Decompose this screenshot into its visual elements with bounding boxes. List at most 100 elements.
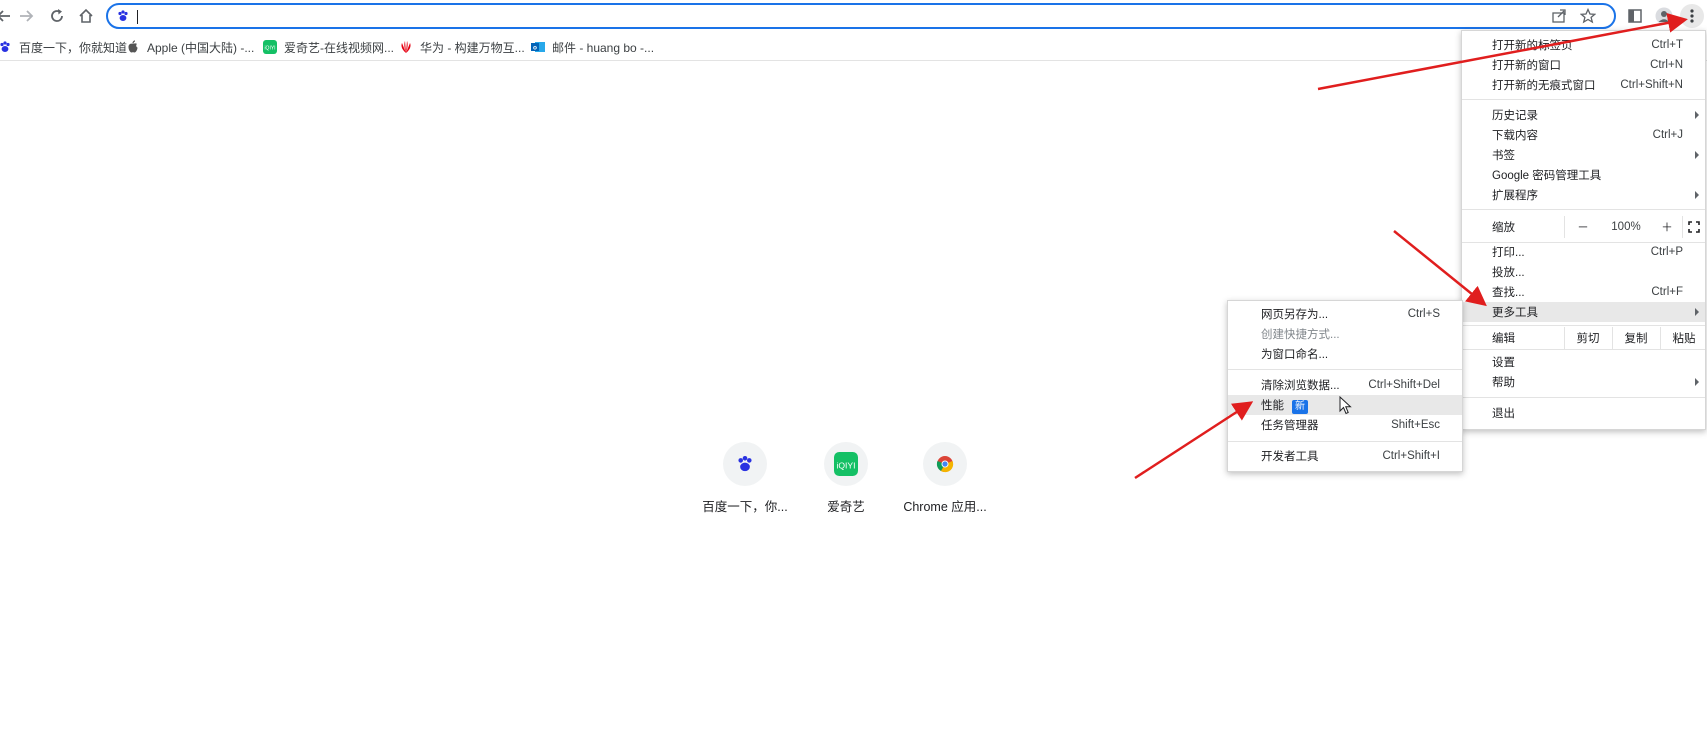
menu-divider	[1462, 209, 1705, 210]
submenu-item-dev-tools[interactable]: 开发者工具 Ctrl+Shift+I	[1228, 446, 1462, 466]
menu-item-label: 打开新的无痕式窗口	[1492, 80, 1596, 92]
menu-item-label: 历史记录	[1492, 110, 1538, 122]
menu-item-help[interactable]: 帮助	[1462, 372, 1705, 392]
menu-item-print[interactable]: 打印... Ctrl+P	[1462, 242, 1705, 262]
shortcut-iqiyi[interactable]: iQIYI 爱奇艺	[796, 442, 896, 515]
menu-item-label: 帮助	[1492, 377, 1515, 389]
shortcut-chrome-apps[interactable]: Chrome 应用...	[895, 442, 995, 515]
outlook-icon: o	[531, 42, 545, 52]
chrome-main-menu: 打开新的标签页 Ctrl+T 打开新的窗口 Ctrl+N 打开新的无痕式窗口 C…	[1461, 30, 1706, 430]
menu-item-find[interactable]: 查找... Ctrl+F	[1462, 282, 1705, 302]
menu-item-label: 缩放	[1492, 222, 1515, 234]
home-button[interactable]	[74, 4, 98, 28]
baidu-paw-icon	[738, 456, 752, 472]
menu-item-label: 创建快捷方式...	[1261, 329, 1340, 341]
zoom-level: 100%	[1611, 221, 1641, 233]
menu-item-label: 清除浏览数据...	[1261, 380, 1340, 392]
iqiyi-icon: iQIYI	[834, 452, 858, 476]
menu-item-password-manager[interactable]: Google 密码管理工具	[1462, 165, 1705, 185]
submenu-item-performance[interactable]: 性能新	[1228, 395, 1462, 415]
bookmark-label: 邮件 - huang bo -...	[552, 40, 655, 55]
menu-item-more-tools[interactable]: 更多工具	[1462, 302, 1705, 322]
avatar-icon	[1655, 7, 1673, 25]
share-icon[interactable]	[1551, 8, 1567, 24]
fullscreen-icon[interactable]	[1688, 221, 1700, 233]
shortcut-label: Chrome 应用...	[903, 500, 987, 514]
menu-item-label: 设置	[1492, 357, 1515, 369]
chrome-icon	[936, 456, 954, 473]
shortcut-key: Ctrl+N	[1650, 59, 1683, 71]
reload-button[interactable]	[45, 4, 69, 28]
menu-row-zoom: 缩放 － 100% ＋	[1462, 216, 1705, 238]
menu-item-label: 网页另存为...	[1261, 309, 1329, 321]
svg-text:o: o	[533, 45, 537, 52]
zoom-out-button[interactable]: －	[1566, 219, 1600, 235]
shortcut-key: Ctrl+T	[1651, 39, 1683, 51]
svg-text:iQIYI: iQIYI	[264, 46, 275, 52]
menu-divider	[1228, 369, 1462, 370]
bookmarks-bar: 百度一下，你就知道 Apple (中国大陆) -... iQIYI 爱奇艺-在线…	[0, 33, 1707, 61]
menu-item-new-window[interactable]: 打开新的窗口 Ctrl+N	[1462, 55, 1705, 75]
submenu-item-save-page[interactable]: 网页另存为... Ctrl+S	[1228, 304, 1462, 324]
menu-divider	[1462, 99, 1705, 100]
menu-item-downloads[interactable]: 下载内容 Ctrl+J	[1462, 125, 1705, 145]
submenu-arrow-icon	[1695, 191, 1699, 199]
menu-item-label: 编辑	[1492, 333, 1515, 345]
copy-button[interactable]: 复制	[1614, 330, 1658, 346]
menu-divider	[1462, 325, 1705, 326]
home-icon	[79, 8, 93, 23]
menu-item-new-tab[interactable]: 打开新的标签页 Ctrl+T	[1462, 35, 1705, 55]
shortcut-key: Ctrl+Shift+I	[1382, 450, 1440, 462]
zoom-in-button[interactable]: ＋	[1654, 219, 1680, 235]
paste-button[interactable]: 粘贴	[1662, 330, 1706, 346]
menu-divider	[1462, 397, 1705, 398]
menu-item-settings[interactable]: 设置	[1462, 352, 1705, 372]
menu-item-bookmarks[interactable]: 书签	[1462, 145, 1705, 165]
menu-item-extensions[interactable]: 扩展程序	[1462, 185, 1705, 205]
side-panel-button[interactable]	[1623, 4, 1647, 28]
chrome-menu-button[interactable]	[1680, 4, 1704, 28]
bookmark-label: Apple (中国大陆) -...	[147, 40, 255, 55]
profile-button[interactable]	[1652, 4, 1676, 28]
menu-divider	[1564, 327, 1565, 349]
bookmark-apple[interactable]: Apple (中国大陆) -...	[126, 37, 254, 57]
text-cursor	[137, 10, 138, 24]
menu-item-cast[interactable]: 投放...	[1462, 262, 1705, 282]
shortcut-key: Ctrl+J	[1652, 129, 1683, 141]
menu-item-new-incognito[interactable]: 打开新的无痕式窗口 Ctrl+Shift+N	[1462, 75, 1705, 95]
submenu-item-task-manager[interactable]: 任务管理器 Shift+Esc	[1228, 415, 1462, 435]
menu-item-label: 任务管理器	[1261, 420, 1319, 432]
submenu-item-clear-data[interactable]: 清除浏览数据... Ctrl+Shift+Del	[1228, 375, 1462, 395]
bookmark-huawei[interactable]: 华为 - 构建万物互...	[399, 37, 525, 57]
menu-item-label: Google 密码管理工具	[1492, 170, 1602, 182]
shortcut-key: Shift+Esc	[1391, 419, 1440, 431]
menu-item-label: 打开新的标签页	[1492, 40, 1573, 52]
menu-item-label: 书签	[1492, 150, 1515, 162]
shortcut-baidu[interactable]: 百度一下，你...	[695, 442, 795, 515]
menu-item-label: 更多工具	[1492, 307, 1538, 319]
shortcut-key: Ctrl+Shift+Del	[1368, 379, 1440, 391]
shortcut-tile	[723, 442, 767, 486]
menu-divider	[1682, 216, 1683, 238]
forward-button[interactable]	[14, 4, 38, 28]
side-panel-icon	[1628, 9, 1642, 23]
menu-item-label: 查找...	[1492, 287, 1525, 299]
menu-item-exit[interactable]: 退出	[1462, 403, 1705, 423]
baidu-paw-icon	[0, 41, 10, 52]
menu-divider	[1612, 327, 1613, 349]
menu-item-label: 下载内容	[1492, 130, 1538, 142]
shortcut-key: Ctrl+Shift+N	[1620, 79, 1683, 91]
menu-item-label: 投放...	[1492, 267, 1525, 279]
menu-item-history[interactable]: 历史记录	[1462, 105, 1705, 125]
bookmark-star-icon[interactable]	[1580, 8, 1596, 24]
cut-button[interactable]: 剪切	[1566, 330, 1610, 346]
menu-item-label: 性能	[1261, 399, 1284, 412]
submenu-item-name-window[interactable]: 为窗口命名...	[1228, 344, 1462, 364]
new-badge: 新	[1292, 399, 1308, 414]
address-bar[interactable]	[106, 3, 1616, 29]
bookmark-iqiyi[interactable]: iQIYI 爱奇艺-在线视频网...	[263, 37, 394, 57]
bookmark-outlook[interactable]: o 邮件 - huang bo -...	[531, 37, 654, 57]
submenu-item-create-shortcut[interactable]: 创建快捷方式...	[1228, 324, 1462, 344]
bookmark-baidu[interactable]: 百度一下，你就知道	[0, 37, 127, 57]
shortcut-tile: iQIYI	[824, 442, 868, 486]
